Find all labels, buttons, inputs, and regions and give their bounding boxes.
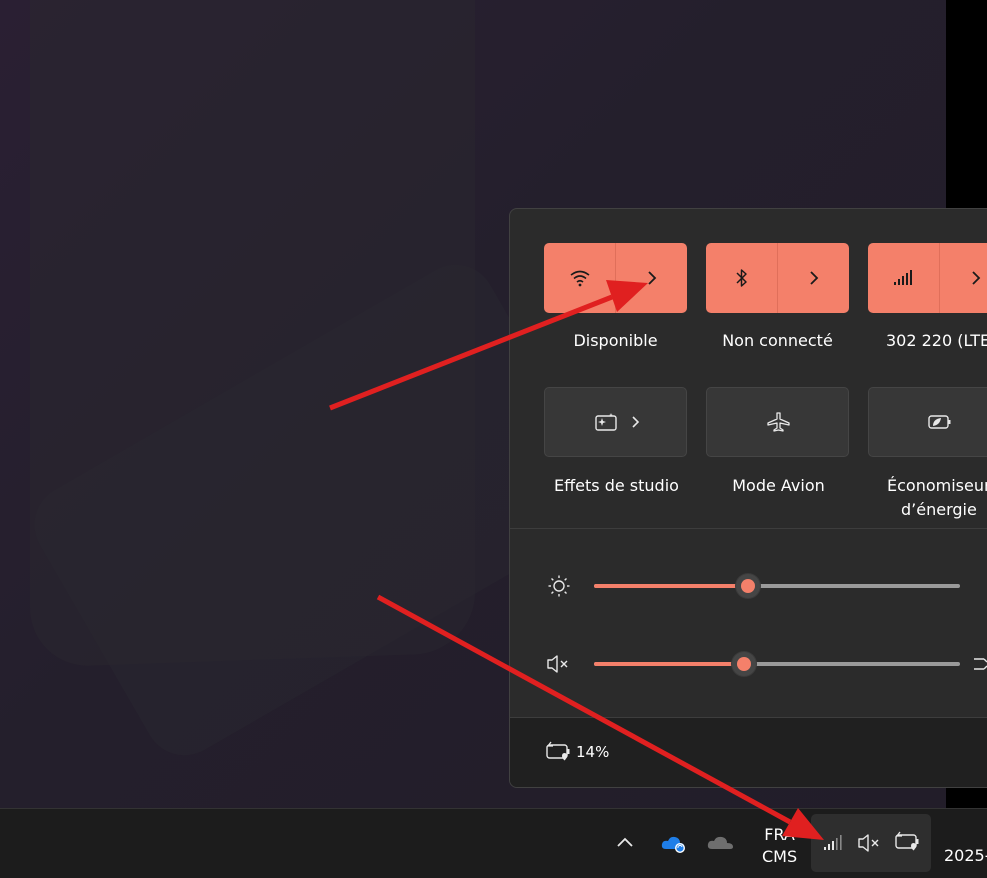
battery-saver-tile[interactable]: Économiseur d’énergie	[868, 387, 987, 519]
brightness-slider-thumb[interactable]	[736, 574, 760, 598]
battery-saver-icon	[927, 414, 953, 430]
studio-effects-label: Effets de studio	[554, 476, 679, 495]
cellular-icon	[893, 270, 915, 286]
chevron-up-icon[interactable]	[615, 835, 635, 849]
quick-settings-panel: Disponible Non connecté 302 220 (LTE Eff…	[509, 208, 987, 788]
battery-saver-label-line1: Économiseur	[887, 476, 987, 495]
system-tray-quick-settings-button[interactable]	[811, 814, 931, 872]
chevron-right-icon	[970, 270, 982, 286]
taskbar: FRA CMS 2025-	[0, 808, 987, 878]
volume-slider[interactable]	[594, 652, 960, 676]
bluetooth-icon	[735, 268, 749, 288]
chevron-right-icon	[646, 270, 658, 286]
battery-charging-icon	[544, 740, 572, 764]
divider	[510, 528, 987, 529]
volume-slider-fill	[594, 662, 744, 666]
airplane-mode-label: Mode Avion	[732, 476, 825, 495]
studio-effects-tile[interactable]: Effets de studio	[544, 387, 687, 495]
volume-slider-thumb[interactable]	[732, 652, 756, 676]
brightness-icon	[547, 574, 571, 598]
volume-muted-icon[interactable]	[546, 653, 572, 675]
language-code: FRA	[764, 825, 795, 844]
brightness-row	[510, 566, 987, 606]
cellular-expand-button[interactable]	[940, 243, 987, 313]
cloud-icon[interactable]	[707, 835, 735, 851]
airplane-icon	[766, 411, 791, 433]
volume-row	[510, 644, 987, 684]
wifi-toggle-button[interactable]	[544, 243, 615, 313]
onedrive-sync-icon[interactable]	[660, 833, 688, 855]
wifi-expand-button[interactable]	[616, 243, 687, 313]
volume-muted-icon	[857, 832, 883, 854]
airplane-mode-tile[interactable]: Mode Avion	[706, 387, 849, 495]
cellular-signal-icon	[823, 834, 845, 852]
wifi-icon	[569, 269, 591, 287]
cellular-tile-label: 302 220 (LTE	[886, 331, 987, 350]
bluetooth-expand-button[interactable]	[778, 243, 849, 313]
cellular-tile: 302 220 (LTE	[868, 243, 987, 350]
keyboard-layout-code: CMS	[762, 847, 798, 866]
studio-effects-icon	[594, 412, 620, 432]
input-language-indicator[interactable]: FRA CMS	[762, 824, 797, 868]
bluetooth-toggle-button[interactable]	[706, 243, 777, 313]
bluetooth-tile: Non connecté	[706, 243, 849, 350]
battery-charging-icon	[893, 830, 921, 854]
quick-settings-footer: 14%	[510, 718, 987, 787]
clock-date[interactable]: 2025-	[944, 846, 987, 865]
chevron-right-icon	[630, 415, 640, 429]
battery-saver-label-line2: d’énergie	[901, 500, 977, 519]
brightness-slider[interactable]	[594, 574, 960, 598]
wifi-tile-label: Disponible	[573, 331, 658, 350]
battery-saver-label: Économiseur d’énergie	[869, 474, 987, 522]
wifi-tile: Disponible	[544, 243, 687, 350]
audio-output-icon[interactable]	[972, 654, 987, 674]
battery-status[interactable]: 14%	[544, 740, 609, 764]
brightness-slider-fill	[594, 584, 748, 588]
cellular-toggle-button[interactable]	[868, 243, 939, 313]
bluetooth-tile-label: Non connecté	[722, 331, 833, 350]
chevron-right-icon	[808, 270, 820, 286]
battery-percent: 14%	[576, 743, 610, 761]
